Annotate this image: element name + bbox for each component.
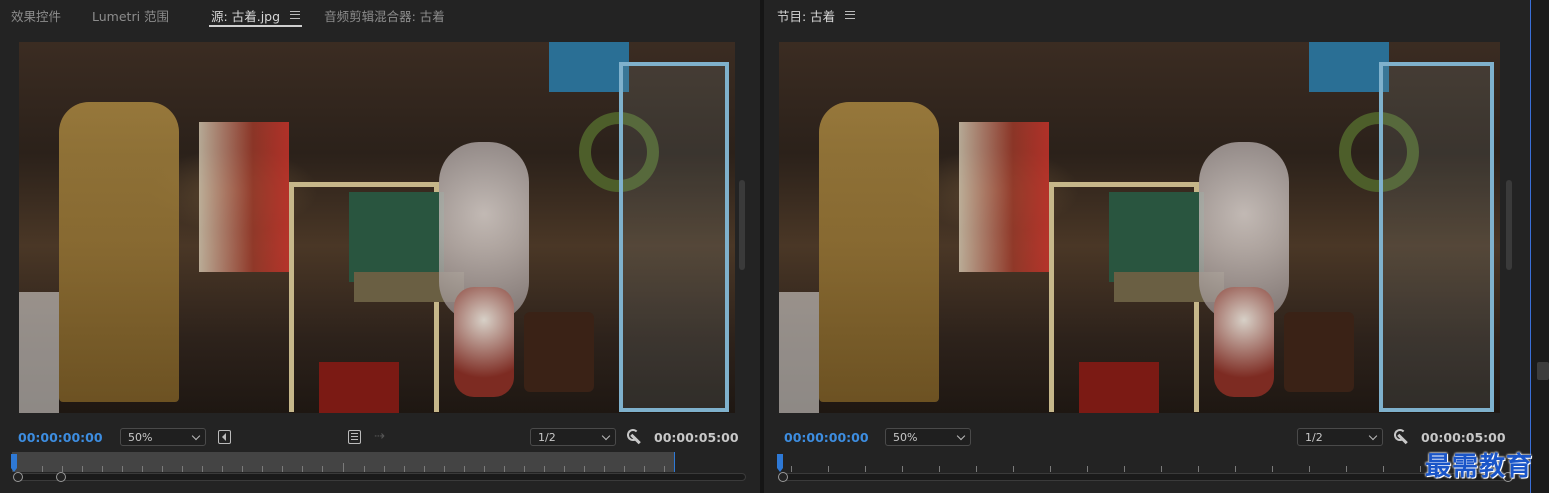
source-controls: 00:00:00:00 50% ⇢ 1/2 00:00:05:00 [0, 426, 760, 448]
tab-label: 源: 古着.jpg [211, 8, 281, 24]
resolution-value: 1/2 [538, 431, 556, 444]
source-viewer-scrollbar[interactable] [739, 180, 745, 270]
active-tab-indicator [209, 25, 303, 27]
source-resolution-select[interactable]: 1/2 [530, 428, 616, 446]
source-duration-timecode: 00:00:05:00 [654, 430, 739, 445]
source-zoom-handle-left[interactable] [13, 472, 23, 482]
ruler-ticks [777, 462, 1515, 472]
zoom-value: 50% [893, 431, 918, 444]
program-playhead[interactable] [777, 454, 783, 472]
tab-program[interactable]: 节目: 古着 [777, 0, 856, 30]
source-playhead[interactable] [11, 454, 17, 472]
tab-audio-clip-mixer[interactable]: 音频剪辑混合器: 古着 [324, 0, 445, 30]
wrench-icon[interactable] [627, 429, 643, 445]
program-zoom-scrollbar[interactable] [782, 473, 1510, 481]
film-icon[interactable] [348, 430, 361, 444]
scroll-thumb[interactable] [1537, 362, 1549, 380]
wrench-icon[interactable] [1394, 429, 1410, 445]
video-frame-image [779, 42, 1500, 413]
chevron-down-icon [1368, 431, 1378, 441]
ruler-ticks [12, 462, 674, 472]
program-viewer-scrollbar[interactable] [1506, 180, 1512, 270]
source-zoom-select[interactable]: 50% [120, 428, 206, 446]
chevron-down-icon [601, 431, 611, 441]
zoom-value: 50% [128, 431, 153, 444]
menu-icon[interactable] [290, 11, 301, 19]
watermark-logo: 最需教育 [1425, 452, 1534, 482]
program-monitor-panel: 节目: 古着 00:00:00:00 50% 1/2 00:00:05:00 [764, 0, 1530, 493]
source-zoom-scrollbar[interactable] [16, 473, 746, 481]
program-time-ruler[interactable] [777, 452, 1515, 472]
program-duration-timecode: 00:00:05:00 [1421, 430, 1506, 445]
tab-lumetri-scopes[interactable]: Lumetri 范围 [92, 0, 169, 30]
right-edge-scrollbar[interactable] [1530, 0, 1549, 493]
program-video-frame[interactable] [779, 42, 1500, 413]
program-zoom-handle-left[interactable] [778, 472, 788, 482]
tab-source[interactable]: 源: 古着.jpg [209, 0, 303, 30]
source-video-frame[interactable] [19, 42, 735, 413]
chevron-down-icon [956, 431, 966, 441]
program-controls: 00:00:00:00 50% 1/2 00:00:05:00 [764, 426, 1530, 448]
source-panel-tabs: 效果控件 Lumetri 范围 源: 古着.jpg 音频剪辑混合器: 古着 [0, 0, 760, 30]
video-frame-image [19, 42, 735, 413]
drag-icon[interactable]: ⇢ [374, 429, 385, 444]
tab-label: 音频剪辑混合器: 古着 [324, 8, 445, 24]
source-current-timecode[interactable]: 00:00:00:00 [18, 430, 103, 445]
program-zoom-select[interactable]: 50% [885, 428, 971, 446]
tab-label: 节目: 古着 [777, 8, 836, 24]
program-panel-tabs: 节目: 古着 [764, 0, 1530, 30]
program-current-timecode[interactable]: 00:00:00:00 [784, 430, 869, 445]
insert-icon[interactable] [218, 430, 231, 444]
tab-effect-controls[interactable]: 效果控件 [11, 0, 61, 30]
resolution-value: 1/2 [1305, 431, 1323, 444]
tab-label: 效果控件 [11, 8, 62, 24]
program-resolution-select[interactable]: 1/2 [1297, 428, 1383, 446]
tab-label: Lumetri 范围 [92, 8, 170, 24]
source-time-ruler[interactable] [12, 452, 674, 472]
source-out-point-marker [674, 452, 675, 472]
source-monitor-panel: 效果控件 Lumetri 范围 源: 古着.jpg 音频剪辑混合器: 古着 00 [0, 0, 760, 493]
menu-icon[interactable] [845, 11, 856, 19]
source-zoom-handle-right[interactable] [56, 472, 66, 482]
chevron-down-icon [191, 431, 201, 441]
